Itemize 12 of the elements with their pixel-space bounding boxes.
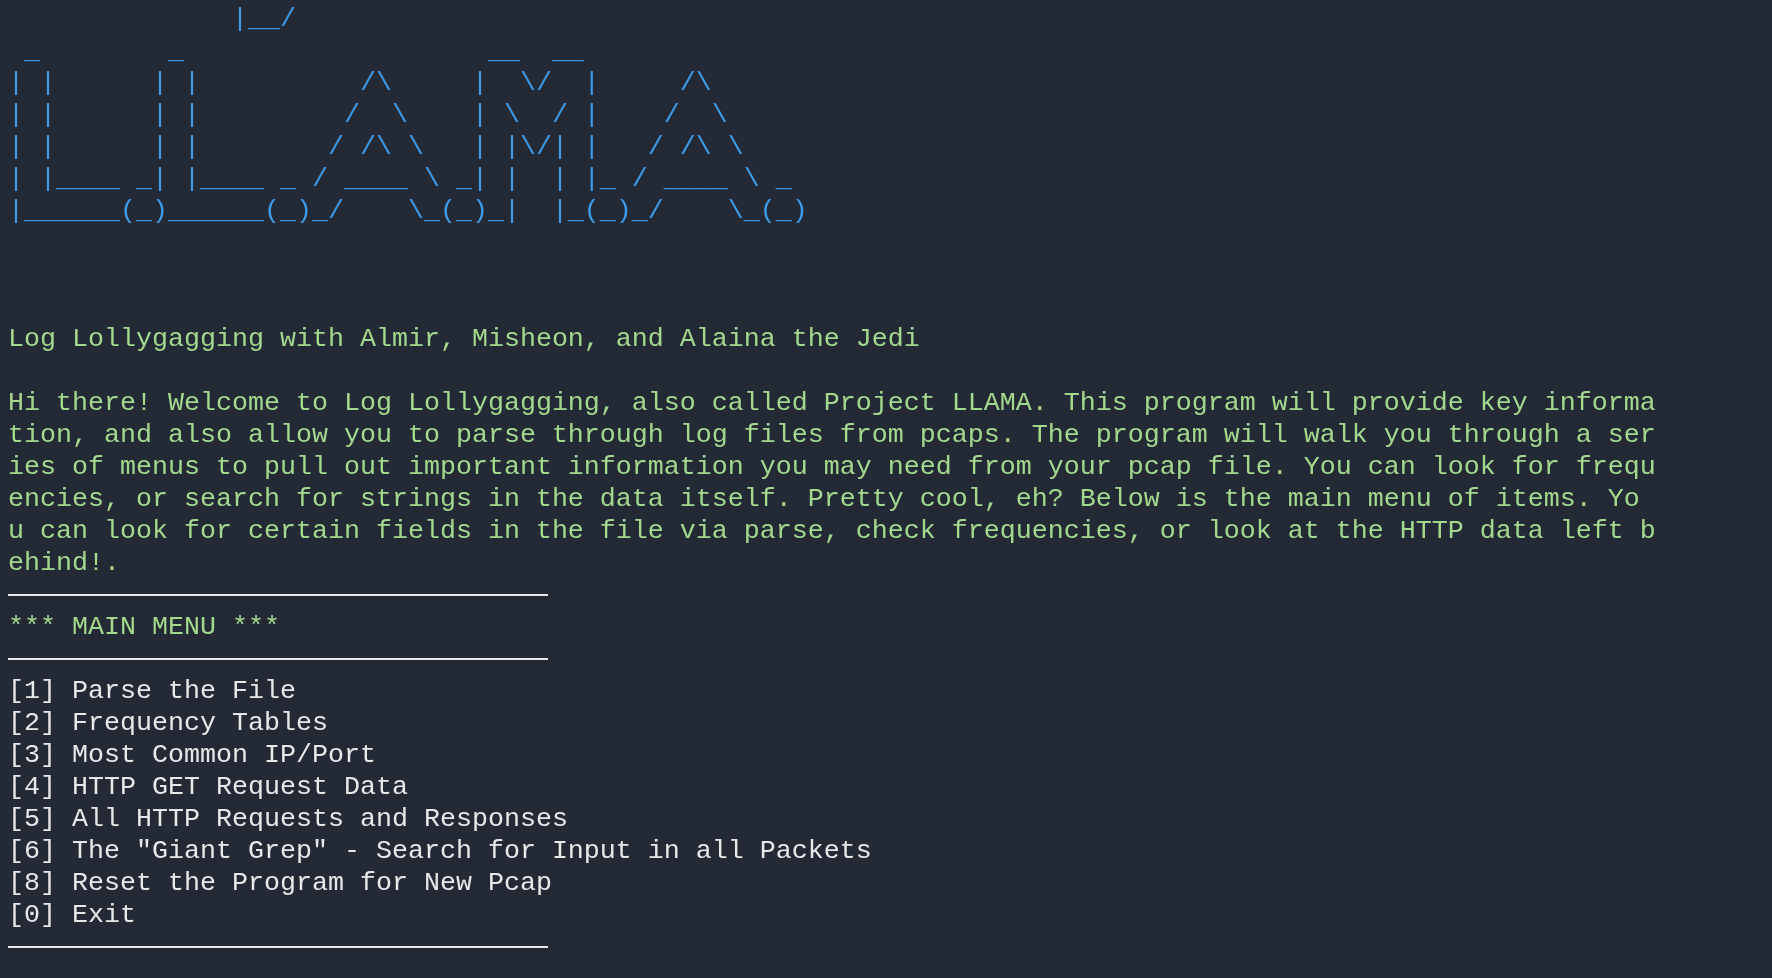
menu-option: [8] Reset the Program for New Pcap	[8, 867, 552, 899]
ascii-logo: |__/ _ _ __ __ | | | | /\ | \/ | /\ | | | | / \ | \ / | / \ | | | | / /\ \ | |\/| | / /\ \ | |____ _| |____ _ / ____ \ _| | | |_ / ____ \ _ |______(_)______(_)_/ \_(_)_| |_(_)_/ \_(_)	[8, 3, 808, 227]
credits-line: Log Lollygagging with Almir, Misheon, and Alaina the Jedi	[8, 323, 920, 355]
menu-option: [1] Parse the File	[8, 675, 296, 707]
menu-option: [2] Frequency Tables	[8, 707, 328, 739]
menu-option: [5] All HTTP Requests and Responses	[8, 803, 568, 835]
menu-option: [0] Exit	[8, 899, 136, 931]
menu-option: [3] Most Common IP/Port	[8, 739, 376, 771]
menu-option: [4] HTTP GET Request Data	[8, 771, 408, 803]
menu-option: [6] The "Giant Grep" - Search for Input in all Packets	[8, 835, 872, 867]
intro-paragraph: Hi there! Welcome to Log Lollygagging, also called Project LLAMA. This program will provide key information, and also allow you to parse through log files from pcaps. The program will walk you through a series of menus to pull out important information you may need from your pcap file. You can look for frequencies, or search for strings in the data itself. Pretty cool, eh? Below is the main menu of items. You can look for certain fields in the file via parse, check frequencies, or look at the HTTP data left behind!.	[8, 387, 1656, 579]
menu-title: *** MAIN MENU ***	[8, 611, 280, 643]
